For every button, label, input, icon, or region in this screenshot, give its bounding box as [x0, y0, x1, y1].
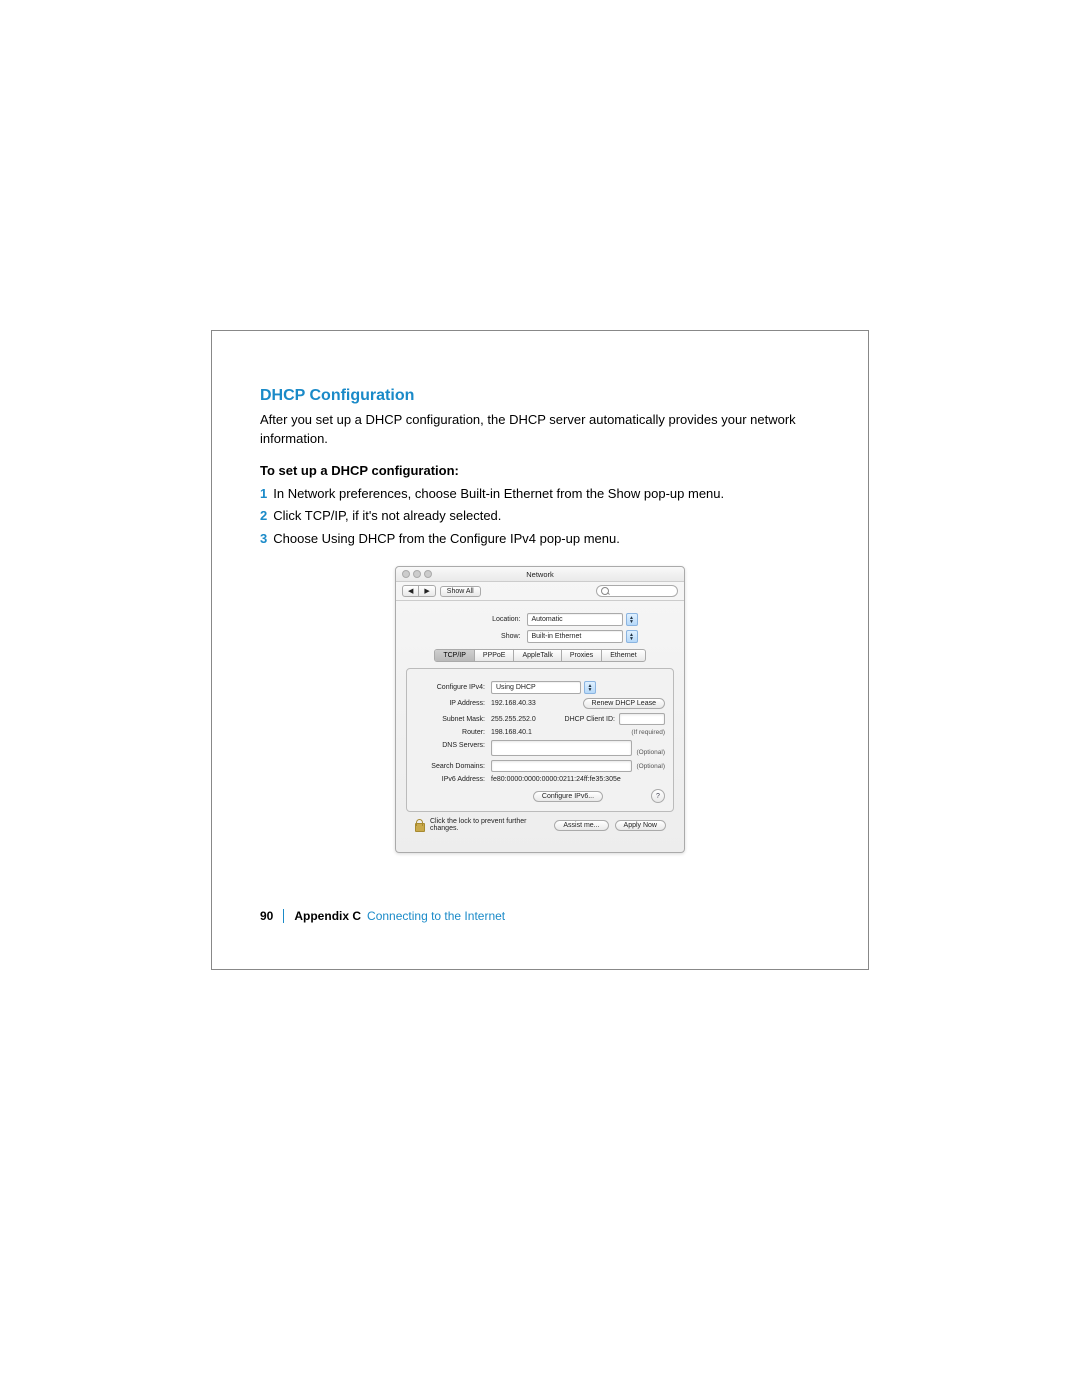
chevron-updown-icon[interactable]: ▲▼	[626, 630, 638, 643]
section-title: DHCP Configuration	[260, 387, 820, 405]
ipv6-address-value: fe80:0000:0000:0000:0211:24ff:fe35:305e	[491, 776, 621, 783]
dns-hint: (Optional)	[636, 749, 665, 756]
help-button[interactable]: ?	[651, 789, 665, 803]
footer-divider	[283, 909, 284, 923]
ip-address-value: 192.168.40.33	[491, 700, 536, 707]
steps-list: 1In Network preferences, choose Built-in…	[260, 484, 820, 550]
tab-pppoe[interactable]: PPPoE	[475, 650, 515, 661]
search-field[interactable]	[596, 585, 678, 597]
tcpip-panel: Configure IPv4: Using DHCP ▲▼ IP Address…	[406, 668, 674, 812]
assist-me-button[interactable]: Assist me...	[554, 820, 608, 831]
location-label: Location:	[443, 616, 527, 623]
network-preferences-window: Network ◀ ▶ Show All Location: Automatic…	[395, 566, 685, 853]
search-domains-input[interactable]	[491, 760, 632, 772]
tab-proxies[interactable]: Proxies	[562, 650, 602, 661]
lock-text: Click the lock to prevent further change…	[430, 818, 548, 832]
window-title: Network	[396, 570, 684, 579]
search-domains-label: Search Domains:	[415, 763, 491, 770]
subhead: To set up a DHCP configuration:	[260, 463, 820, 478]
page-number: 90	[260, 909, 273, 923]
configure-ipv4-label: Configure IPv4:	[415, 684, 491, 691]
window-body: Location: Automatic ▲▼ Show: Built-in Et…	[396, 601, 684, 852]
toolbar: ◀ ▶ Show All	[396, 582, 684, 601]
appendix-label: Appendix C	[294, 909, 361, 923]
router-value: 198.168.40.1	[491, 729, 532, 736]
show-all-button[interactable]: Show All	[440, 586, 481, 597]
step-1: 1In Network preferences, choose Built-in…	[260, 484, 820, 505]
window-titlebar: Network	[396, 567, 684, 582]
dhcp-client-id-label: DHCP Client ID:	[565, 716, 615, 723]
step-2: 2Click TCP/IP, if it's not already selec…	[260, 506, 820, 527]
chapter-link: Connecting to the Internet	[367, 909, 505, 923]
domains-hint: (Optional)	[636, 763, 665, 770]
ipv6-address-label: IPv6 Address:	[415, 776, 491, 783]
tab-appletalk[interactable]: AppleTalk	[514, 650, 561, 661]
chevron-updown-icon[interactable]: ▲▼	[626, 613, 638, 626]
renew-dhcp-button[interactable]: Renew DHCP Lease	[583, 698, 665, 709]
show-label: Show:	[443, 633, 527, 640]
intro-text: After you set up a DHCP configuration, t…	[260, 411, 820, 449]
tab-tcpip[interactable]: TCP/IP	[435, 650, 475, 661]
dns-servers-input[interactable]	[491, 740, 632, 756]
window-footer: Click the lock to prevent further change…	[406, 812, 674, 842]
search-icon	[601, 587, 609, 595]
client-id-hint: (If required)	[631, 729, 665, 736]
apply-now-button[interactable]: Apply Now	[615, 820, 666, 831]
dhcp-client-id-input[interactable]	[619, 713, 665, 725]
back-button[interactable]: ◀	[403, 586, 418, 596]
nav-segment: ◀ ▶	[402, 585, 436, 597]
chevron-updown-icon[interactable]: ▲▼	[584, 681, 596, 694]
router-label: Router:	[415, 729, 491, 736]
tabs: TCP/IP PPPoE AppleTalk Proxies Ethernet	[406, 649, 674, 662]
show-select[interactable]: Built-in Ethernet	[527, 630, 623, 643]
tab-ethernet[interactable]: Ethernet	[602, 650, 644, 661]
lock-icon[interactable]	[414, 819, 424, 831]
document-page: DHCP Configuration After you set up a DH…	[211, 330, 869, 970]
dns-servers-label: DNS Servers:	[415, 740, 491, 749]
forward-button[interactable]: ▶	[418, 586, 434, 596]
ip-address-label: IP Address:	[415, 700, 491, 707]
location-select[interactable]: Automatic	[527, 613, 623, 626]
subnet-mask-value: 255.255.252.0	[491, 716, 536, 723]
configure-ipv4-select[interactable]: Using DHCP	[491, 681, 581, 694]
step-3: 3Choose Using DHCP from the Configure IP…	[260, 529, 820, 550]
configure-ipv6-button[interactable]: Configure IPv6...	[533, 791, 603, 802]
page-footer: 90 Appendix C Connecting to the Internet	[260, 909, 820, 923]
subnet-mask-label: Subnet Mask:	[415, 716, 491, 723]
